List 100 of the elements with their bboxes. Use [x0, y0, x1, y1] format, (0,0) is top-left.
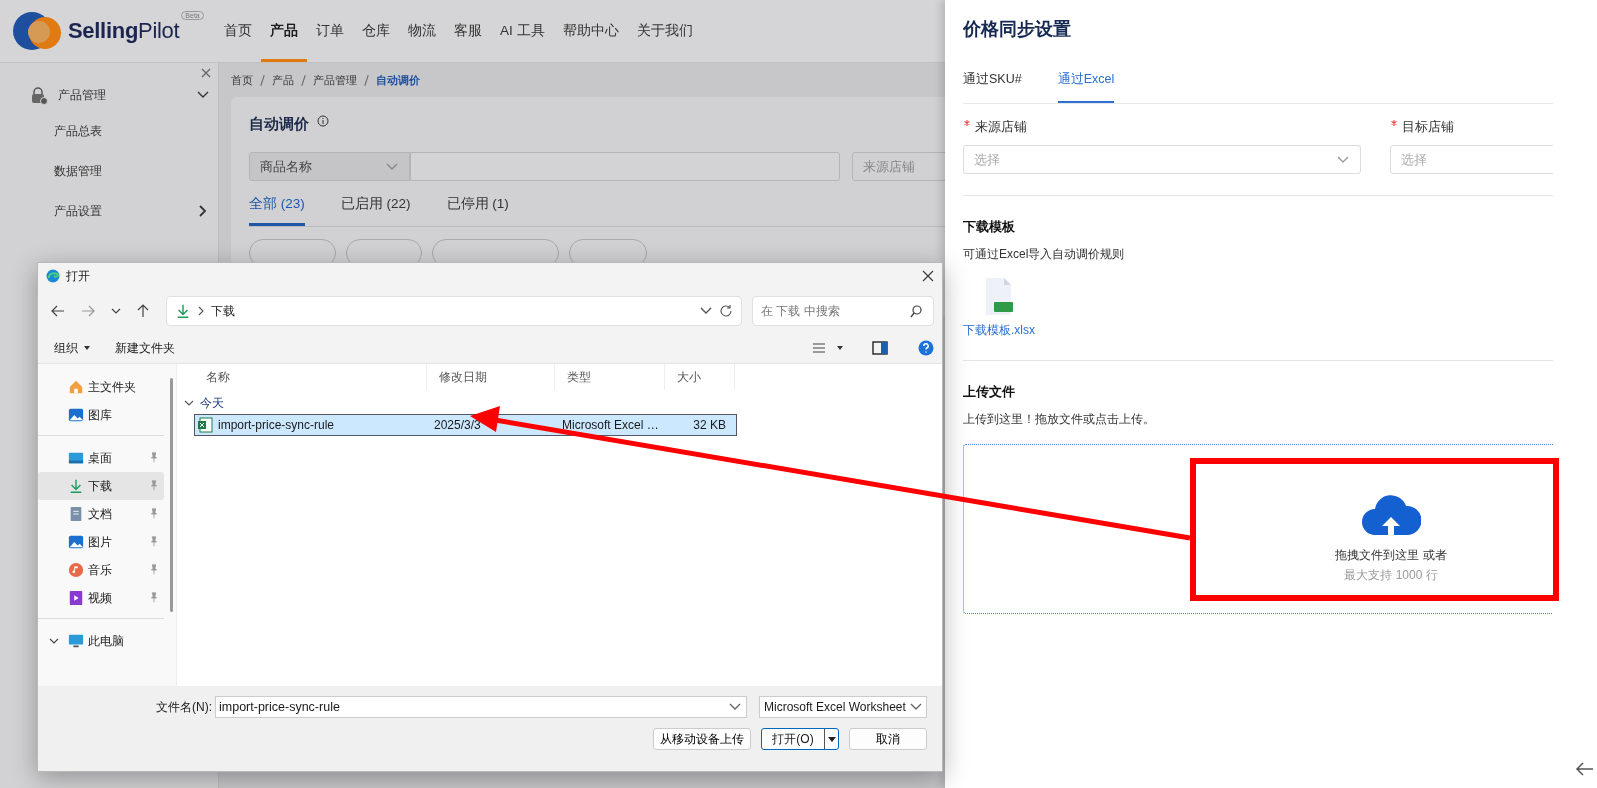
- search-field[interactable]: [410, 152, 840, 181]
- chevron-right-icon: [197, 305, 205, 317]
- forward-icon[interactable]: [80, 304, 96, 318]
- download-icon: [175, 303, 191, 319]
- field-label: 来源店铺: [975, 119, 1027, 136]
- column-header[interactable]: 修改日期: [427, 364, 555, 390]
- caret-icon[interactable]: [836, 344, 844, 352]
- image-icon: [68, 534, 84, 550]
- search-field[interactable]: 在 下载 中搜索: [752, 296, 934, 326]
- address-segment[interactable]: 下载: [211, 302, 235, 320]
- section-heading: 下载模板: [963, 219, 1016, 236]
- sidebar-item[interactable]: 产品总表: [0, 111, 218, 151]
- computer-icon: [68, 633, 84, 649]
- column-header[interactable]: 名称: [194, 364, 427, 390]
- nav-pane-item[interactable]: 图片: [38, 528, 164, 556]
- breadcrumb-link[interactable]: 首页: [231, 72, 253, 88]
- nav-pane-item[interactable]: 文档: [38, 500, 164, 528]
- search-icon: [910, 304, 923, 318]
- breadcrumb-link[interactable]: 自动调价: [376, 72, 420, 88]
- breadcrumb-link[interactable]: 产品: [272, 72, 294, 88]
- required-icon: [1390, 119, 1398, 127]
- address-bar[interactable]: 下载: [166, 296, 743, 326]
- filter-tab[interactable]: 已启用 (22): [340, 195, 411, 226]
- breadcrumb-link[interactable]: 产品管理: [313, 72, 357, 88]
- pin-icon: [148, 564, 160, 576]
- file-row[interactable]: import-price-sync-rule 2025/3/3 Microsoft Excel … 32 KB: [194, 414, 737, 436]
- sidebar-item[interactable]: 产品设置: [0, 191, 218, 231]
- lock-icon: [30, 85, 48, 105]
- nav-pane-item[interactable]: 视频: [38, 584, 164, 612]
- nav-link[interactable]: AI 工具: [491, 0, 554, 62]
- nav-pane-item[interactable]: 音乐: [38, 556, 164, 584]
- nav-link[interactable]: 帮助中心: [553, 0, 628, 62]
- chevron-down-icon: [184, 398, 194, 408]
- nav-link[interactable]: 客服: [445, 0, 491, 62]
- drawer-title: 价格同步设置: [963, 18, 1072, 41]
- back-icon[interactable]: [50, 304, 66, 318]
- template-link[interactable]: 下载模板.xlsx: [963, 322, 1035, 339]
- refresh-icon[interactable]: [719, 304, 734, 318]
- column-header[interactable]: 大小: [665, 364, 735, 390]
- section-heading: 上传文件: [963, 384, 1016, 401]
- file-date: 2025/3/3: [433, 418, 482, 432]
- preview-pane-icon[interactable]: [872, 341, 888, 355]
- drop-zone[interactable]: 拖拽文件到这里 或者 最大支持 1000 行: [963, 444, 1553, 614]
- field-label: 目标店铺: [1402, 119, 1454, 136]
- section-description: 上传到这里！拖放文件或点击上传。: [963, 411, 1156, 428]
- nav-link[interactable]: 首页: [215, 0, 261, 62]
- download-icon: [68, 478, 84, 494]
- nav-pane-item[interactable]: 桌面: [38, 444, 164, 472]
- logo-text: SellingPilot: [68, 18, 180, 44]
- pin-icon: [148, 592, 160, 604]
- nav-link[interactable]: 关于我们: [627, 0, 702, 62]
- caret-icon: [83, 344, 91, 352]
- image-icon: [68, 407, 84, 423]
- field-label: 文件名(N):: [156, 698, 212, 716]
- nav-pane-item[interactable]: 下载: [38, 472, 164, 500]
- sidebar-group[interactable]: 产品管理: [0, 79, 218, 111]
- sidebar-item[interactable]: 数据管理: [0, 151, 218, 191]
- command-button[interactable]: 新建文件夹: [115, 339, 175, 357]
- limit-text: 最大支持 1000 行: [1344, 567, 1438, 584]
- file-size: 32 KB: [692, 418, 727, 432]
- field-select[interactable]: 商品名称: [249, 152, 410, 181]
- help-icon[interactable]: [918, 340, 934, 356]
- tab[interactable]: 通过SKU#: [963, 71, 1022, 103]
- spreadsheet-file-icon: [198, 417, 213, 433]
- logo-icon: [12, 11, 62, 51]
- nav-pane-item[interactable]: 主文件夹: [38, 373, 164, 401]
- nav-link[interactable]: 产品: [261, 0, 307, 62]
- up-icon[interactable]: [136, 303, 150, 319]
- back-arrow-icon[interactable]: [1575, 760, 1595, 778]
- file-type-select[interactable]: Microsoft Excel Worksheet: [759, 696, 927, 718]
- home-icon: [68, 379, 84, 395]
- music-note-icon: [68, 562, 84, 578]
- dialog-button[interactable]: 取消: [849, 728, 927, 750]
- nav-link[interactable]: 物流: [399, 0, 445, 62]
- play-icon: [68, 590, 84, 606]
- drop-text: 拖拽文件到这里 或者: [1335, 547, 1447, 564]
- nav-link[interactable]: 订单: [307, 0, 353, 62]
- group-header[interactable]: 今天: [184, 392, 942, 414]
- browser-icon: [46, 269, 60, 283]
- filter-tab[interactable]: 全部 (23): [249, 195, 305, 226]
- nav-link[interactable]: 仓库: [353, 0, 399, 62]
- column-header[interactable]: 类型: [555, 364, 665, 390]
- file-name: import-price-sync-rule: [218, 418, 335, 432]
- command-button[interactable]: 组织: [54, 339, 91, 357]
- nav-pane-item[interactable]: 此电脑: [38, 627, 164, 655]
- nav-pane-item[interactable]: 图库: [38, 401, 164, 429]
- file-type: Microsoft Excel …: [561, 418, 660, 432]
- filter-tab[interactable]: 已停用 (1): [446, 195, 509, 226]
- chevron-down-icon[interactable]: [49, 636, 59, 646]
- pin-icon: [148, 480, 160, 492]
- info-icon: [317, 115, 329, 127]
- tab[interactable]: 通过Excel: [1057, 71, 1115, 103]
- close-icon[interactable]: [922, 270, 934, 282]
- filename-field[interactable]: import-price-sync-rule: [215, 696, 747, 718]
- caret-icon: [827, 735, 836, 743]
- dialog-title: 打开: [66, 267, 90, 285]
- open-button[interactable]: 打开(O): [761, 728, 839, 750]
- required-icon: [963, 119, 971, 127]
- xls-file-icon: [983, 277, 1015, 315]
- dialog-button[interactable]: 从移动设备上传: [653, 728, 751, 750]
